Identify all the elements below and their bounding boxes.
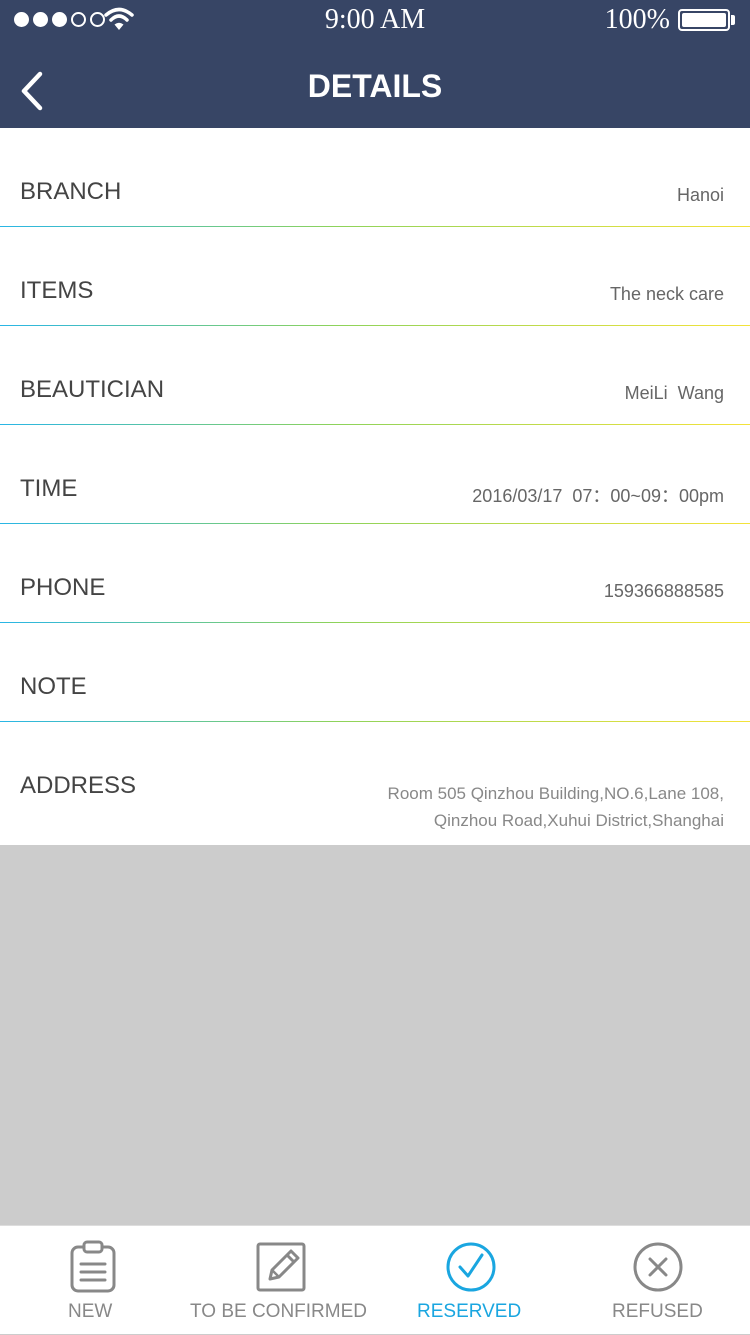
detail-value: 159366888585 <box>603 581 724 601</box>
detail-row-note: NOTE <box>0 623 750 722</box>
tab-reserved[interactable]: RESERVED <box>410 1226 535 1335</box>
detail-row-beautician: BEAUTICIAN MeiLi Wang <box>0 326 750 425</box>
detail-row-items: ITEMS The neck care <box>0 227 750 326</box>
status-bar: 9:00 AM 100% <box>0 0 750 40</box>
clipboard-icon <box>70 1240 116 1293</box>
detail-label: BEAUTICIAN <box>20 376 165 403</box>
navigation-header: 9:00 AM 100% DETAILS <box>0 0 750 128</box>
tab-label: TO BE CONFIRMED <box>190 1301 367 1322</box>
detail-row-time: TIME 2016/03/17 07：00~09：00pm <box>0 425 750 524</box>
tab-new[interactable]: NEW <box>30 1226 150 1335</box>
detail-row-address: ADDRESS Room 505 Qinzhou Building,NO.6,L… <box>0 722 750 845</box>
x-circle-icon <box>633 1242 683 1292</box>
detail-value: Hanoi <box>676 185 724 205</box>
tab-label: RESERVED <box>417 1301 522 1322</box>
battery-icon <box>678 9 730 31</box>
battery-percentage: 100% <box>604 4 670 35</box>
address-line: Room 505 Qinzhou Building,NO.6,Lane 108, <box>387 784 724 803</box>
details-list: BRANCH Hanoi ITEMS The neck care BEAUTIC… <box>0 128 750 845</box>
tab-bar: NEW TO BE CONFIRMED RESERVED REFUSED <box>0 1225 750 1334</box>
edit-icon <box>256 1242 306 1292</box>
detail-label: NOTE <box>20 673 87 700</box>
detail-label: ADDRESS <box>20 772 137 799</box>
address-value: Room 505 Qinzhou Building,NO.6,Lane 108,… <box>388 780 724 834</box>
tab-label: NEW <box>68 1301 113 1322</box>
detail-value: 2016/03/17 07：00~09：00pm <box>472 486 724 506</box>
tab-to-be-confirmed[interactable]: TO BE CONFIRMED <box>186 1226 376 1335</box>
page-title: DETAILS <box>307 68 443 104</box>
detail-label: ITEMS <box>20 277 94 304</box>
battery-tip <box>731 15 735 25</box>
detail-row-phone: PHONE 159366888585 <box>0 524 750 623</box>
detail-label: TIME <box>20 475 78 502</box>
tab-refused[interactable]: REFUSED <box>600 1226 720 1335</box>
detail-value: The neck care <box>609 284 724 304</box>
detail-label: PHONE <box>20 574 106 601</box>
detail-row-branch: BRANCH Hanoi <box>0 128 750 227</box>
detail-value: MeiLi Wang <box>624 383 724 403</box>
check-circle-icon <box>446 1242 496 1292</box>
tab-label: REFUSED <box>612 1301 703 1322</box>
detail-label: BRANCH <box>20 178 122 205</box>
address-line: Qinzhou Road,Xuhui District,Shanghai <box>433 811 724 830</box>
